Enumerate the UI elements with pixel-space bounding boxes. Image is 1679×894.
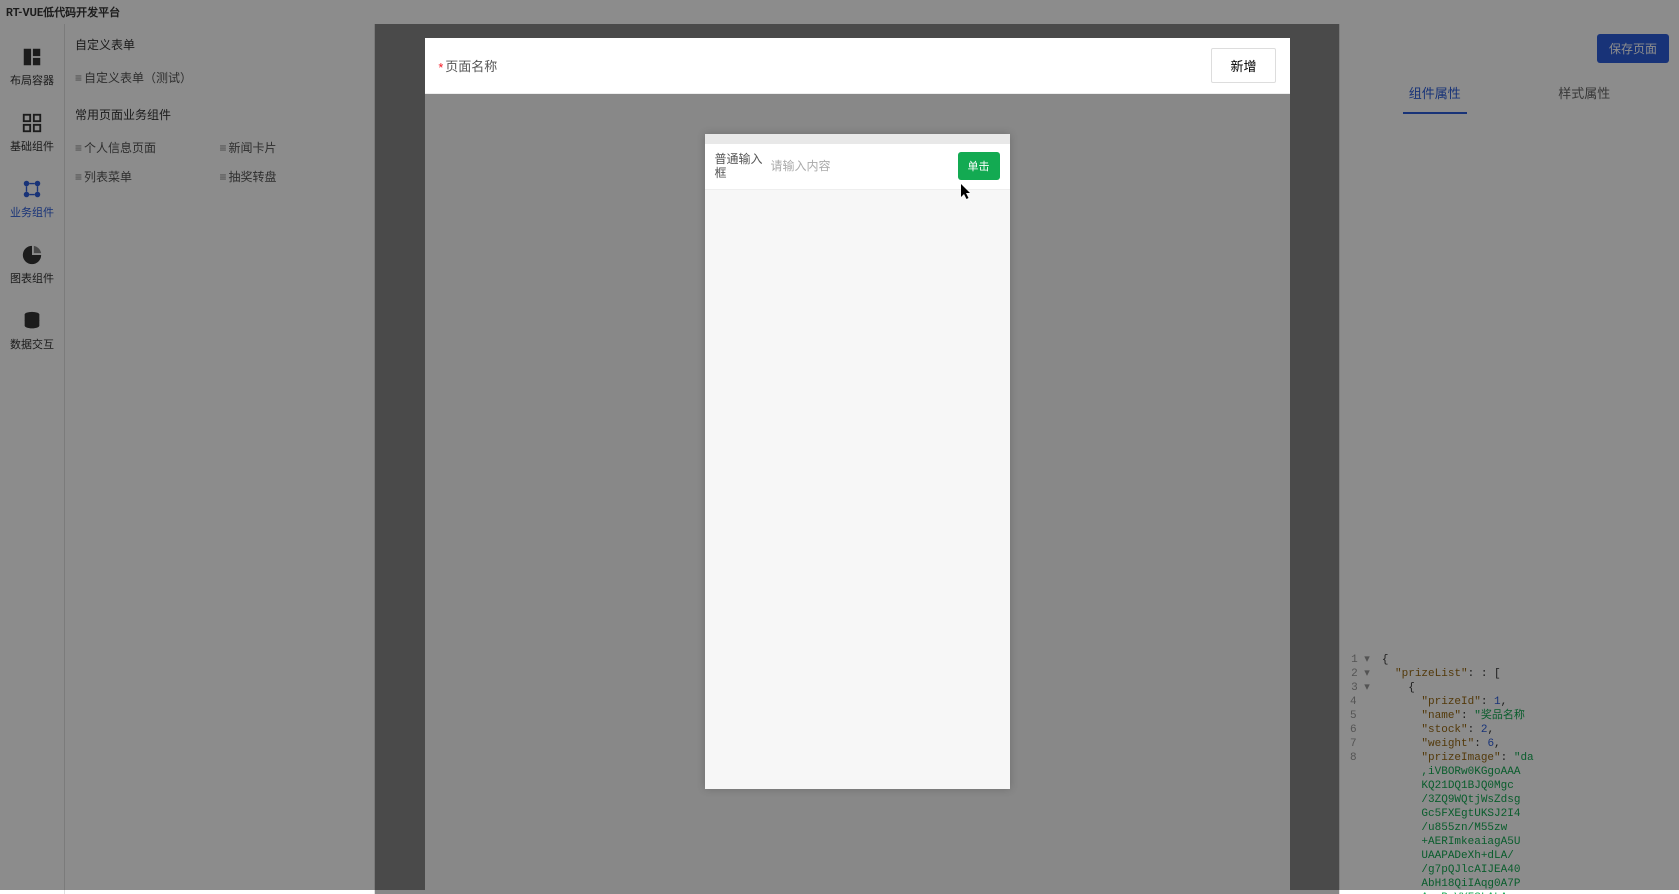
form-row-input[interactable]: 普通输入框 单击 xyxy=(705,144,1010,190)
component-item-list-menu[interactable]: ≡列表菜单 xyxy=(75,162,220,191)
nav-chart-components[interactable]: 图表组件 xyxy=(0,232,64,298)
property-tabs: 组件属性 样式属性 xyxy=(1340,73,1679,114)
business-icon xyxy=(21,178,43,200)
properties-content: 1 ▾2 ▾3 ▾4 5 6 7 8 { "prizeList": : [ { … xyxy=(1340,114,1679,894)
nav-item-label: 图表组件 xyxy=(10,270,54,286)
component-label: 个人信息页面 xyxy=(84,141,156,155)
line-numbers: 1 ▾2 ▾3 ▾4 5 6 7 8 xyxy=(1340,649,1376,894)
component-item-custom-form[interactable]: ≡自定义表单（测试） xyxy=(75,63,364,92)
component-label: 新闻卡片 xyxy=(229,141,277,155)
data-icon xyxy=(21,310,43,332)
nav-layout-container[interactable]: 布局容器 xyxy=(0,34,64,100)
page-name-label: 页面名称 xyxy=(445,60,497,75)
drag-handle-icon: ≡ xyxy=(220,141,227,155)
chart-icon xyxy=(21,244,43,266)
drag-handle-icon: ≡ xyxy=(75,170,82,184)
drag-handle-icon: ≡ xyxy=(220,170,227,184)
add-button[interactable]: 新增 xyxy=(1211,48,1275,83)
component-label: 列表菜单 xyxy=(84,170,132,184)
app-title: RT-VUE低代码开发平台 xyxy=(0,0,1679,24)
form-click-button[interactable]: 单击 xyxy=(958,152,1000,180)
nav-business-components[interactable]: 业务组件 xyxy=(0,166,64,232)
nav-item-label: 数据交互 xyxy=(10,336,54,352)
component-label: 自定义表单（测试） xyxy=(84,71,192,85)
group-title-common: 常用页面业务组件 xyxy=(75,106,364,123)
cursor-icon xyxy=(961,184,973,200)
component-panel: 自定义表单 ≡自定义表单（测试） 常用页面业务组件 ≡个人信息页面 ≡新闻卡片 … xyxy=(65,24,375,894)
group-title-custom: 自定义表单 xyxy=(75,36,364,53)
component-label: 抽奖转盘 xyxy=(229,170,277,184)
canvas-body[interactable]: 普通输入框 单击 xyxy=(425,94,1290,894)
tab-component-props[interactable]: 组件属性 xyxy=(1403,73,1467,114)
left-nav: 布局容器 基础组件 业务组件 图表组件 数据交互 xyxy=(0,24,65,894)
nav-item-label: 业务组件 xyxy=(10,204,54,220)
nav-item-label: 布局容器 xyxy=(10,72,54,88)
canvas-header: *页面名称 新增 xyxy=(425,38,1290,94)
form-text-input[interactable] xyxy=(771,159,952,173)
nav-basic-components[interactable]: 基础组件 xyxy=(0,100,64,166)
main-layout: 布局容器 基础组件 业务组件 图表组件 数据交互 xyxy=(0,24,1679,894)
component-item-news-card[interactable]: ≡新闻卡片 xyxy=(220,133,365,162)
drag-handle-icon: ≡ xyxy=(75,71,82,85)
canvas-area: *页面名称 新增 普通输入框 单击 xyxy=(375,24,1339,894)
nav-data-interaction[interactable]: 数据交互 xyxy=(0,298,64,364)
code-editor[interactable]: 1 ▾2 ▾3 ▾4 5 6 7 8 { "prizeList": : [ { … xyxy=(1340,649,1679,894)
page-name-label-wrapper: *页面名称 xyxy=(439,56,498,75)
component-item-lottery-wheel[interactable]: ≡抽奖转盘 xyxy=(220,162,365,191)
tab-style-props[interactable]: 样式属性 xyxy=(1552,73,1616,114)
top-actions: 保存页面 xyxy=(1340,24,1679,73)
right-panel: 保存页面 组件属性 样式属性 1 ▾2 ▾3 ▾4 5 6 7 8 { "pri… xyxy=(1339,24,1679,894)
phone-preview[interactable]: 普通输入框 单击 xyxy=(705,134,1010,789)
save-page-button[interactable]: 保存页面 xyxy=(1597,34,1669,63)
form-input-label: 普通输入框 xyxy=(715,152,765,181)
code-content[interactable]: { "prizeList": : [ { "prizeId": 1, "name… xyxy=(1376,649,1679,894)
component-item-profile-page[interactable]: ≡个人信息页面 xyxy=(75,133,220,162)
canvas-container: *页面名称 新增 普通输入框 单击 xyxy=(425,38,1290,894)
required-mark: * xyxy=(439,61,444,74)
drag-handle-icon: ≡ xyxy=(75,141,82,155)
page-name-input[interactable] xyxy=(507,52,1201,79)
grid-icon xyxy=(21,112,43,134)
nav-item-label: 基础组件 xyxy=(10,138,54,154)
layout-icon xyxy=(21,46,43,68)
